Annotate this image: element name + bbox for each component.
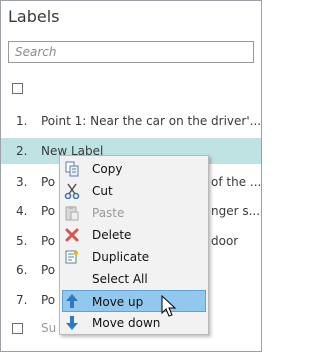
list-item-label-tail: of the ... (211, 175, 261, 189)
menu-item-label: Paste (92, 206, 125, 220)
menu-item-label: Move down (92, 316, 161, 330)
list-item-number: 4. (16, 204, 28, 218)
list-item-label: Po (41, 175, 56, 189)
menu-item-cut[interactable]: Cut (62, 180, 206, 202)
list-item-number: 2. (16, 144, 28, 158)
list-item-label: Po (41, 263, 56, 277)
search-box[interactable] (8, 41, 254, 63)
mouse-pointer-icon (161, 294, 177, 319)
list-item-number: 1. (16, 114, 28, 128)
duplicate-icon (64, 249, 80, 265)
list-item-label: Point 1: Near the car on the driver'... (41, 114, 261, 128)
menu-item-delete[interactable]: Delete (62, 224, 206, 246)
menu-item-label: Copy (92, 162, 123, 176)
menu-item-select-all[interactable]: Select All (62, 268, 206, 290)
menu-item-paste[interactable]: Paste (62, 202, 206, 224)
search-input[interactable] (9, 42, 253, 62)
panel-title: Labels (8, 7, 60, 26)
labels-panel: Labels 1. Point 1: Near the car on the d… (0, 0, 262, 352)
context-menu: Copy Cut Paste Delete Duplicate Select A… (59, 155, 209, 335)
menu-item-label: Duplicate (92, 250, 150, 264)
list-item-number: 5. (16, 234, 28, 248)
menu-item-copy[interactable]: Copy (62, 158, 206, 180)
menu-item-label: Delete (92, 228, 132, 242)
scissors-icon (64, 183, 80, 200)
select-all-checkbox[interactable] (12, 83, 23, 94)
list-item-label: Po (41, 204, 56, 218)
list-item-label: Po (41, 293, 56, 307)
delete-icon (64, 227, 80, 243)
list-item-label-tail: nger s... (211, 204, 261, 218)
copy-icon (64, 161, 80, 177)
list-item[interactable]: 1. Point 1: Near the car on the driver'.… (1, 108, 261, 134)
arrow-down-icon (64, 315, 80, 331)
list-item-label: Po (41, 234, 56, 248)
menu-item-move-up[interactable]: Move up (62, 290, 206, 312)
list-item-label-tail: door (211, 234, 239, 248)
menu-item-label: Cut (92, 184, 113, 198)
menu-item-move-down[interactable]: Move down (62, 312, 206, 334)
menu-item-label: Move up (92, 295, 144, 309)
list-item-number: 6. (16, 263, 28, 277)
arrow-up-icon (64, 293, 80, 309)
footer-text: Su (41, 321, 57, 335)
list-item-number: 7. (16, 293, 28, 307)
list-item-number: 3. (16, 175, 28, 189)
footer-checkbox[interactable] (12, 323, 23, 334)
menu-item-label: Select All (92, 272, 148, 286)
paste-icon (64, 205, 80, 221)
menu-item-duplicate[interactable]: Duplicate (62, 246, 206, 268)
